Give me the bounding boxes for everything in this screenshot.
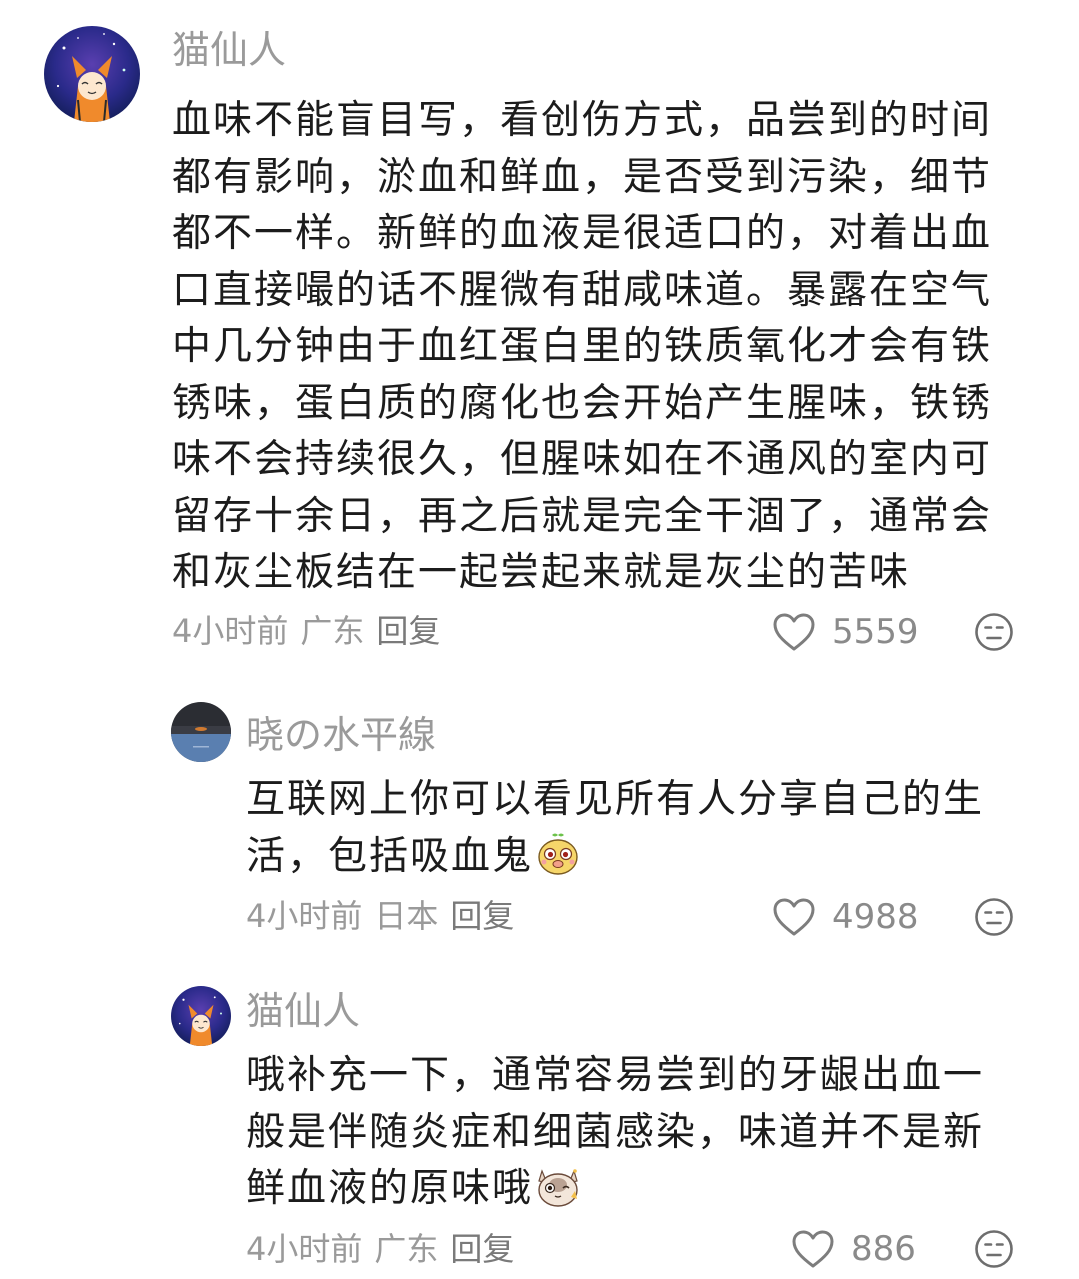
comment-3: 猫仙人 哦补充一下，通常容易尝到的牙龈出血一 般是伴随炎症和细菌感染，味道并不是… [0, 970, 1079, 1279]
comment-meta: 4小时前 日本 回复 [246, 895, 526, 937]
comment-text-line: 哦补充一下，通常容易尝到的牙龈出血一 [246, 1053, 985, 1098]
comment-text-line: 留存十余日，再之后就是完全干涸了，通常会 [172, 493, 993, 539]
comment-text-segment: 鲜血液的原味哦 [246, 1166, 534, 1211]
username[interactable]: 猫仙人 [246, 986, 360, 1036]
fox-girl-galaxy-avatar-icon [171, 986, 231, 1046]
like-button[interactable]: 4988 [772, 895, 919, 939]
comment-text-line: 互联网上你可以看见所有人分享自己的生 [246, 777, 985, 822]
heart-outline-icon [773, 613, 815, 651]
yellow-cartoon-face-emoji-icon [535, 831, 581, 877]
dark-landscape-avatar-icon [171, 702, 231, 762]
comment-text-line: 都有影响，淤血和鲜血，是否受到污染，细节 [172, 154, 993, 200]
comment-text-line: 口直接嘬的话不腥微有甜咸味道。暴露在空气 [172, 267, 993, 313]
username[interactable]: 晓の水平線 [246, 710, 436, 760]
reply-button[interactable]: 回复 [450, 897, 514, 935]
dislike-button[interactable] [974, 897, 1014, 937]
comment-meta: 4小时前 广东 回复 [172, 610, 452, 652]
comment-text-line: 般是伴随炎症和细菌感染，味道并不是新 [246, 1109, 985, 1155]
meh-face-icon [975, 1230, 1013, 1268]
user-avatar[interactable] [171, 702, 231, 762]
heart-outline-icon [773, 898, 815, 936]
comment-text-line: 血味不能盲目写，看创伤方式，品尝到的时间 [172, 98, 993, 143]
comment-text-line: 都不一样。新鲜的血液是很适口的，对着出血 [172, 211, 993, 256]
comment-text-line: 鲜血液的原味哦 [246, 1161, 984, 1218]
reply-button[interactable]: 回复 [376, 612, 440, 650]
user-avatar[interactable] [171, 986, 231, 1046]
like-button[interactable]: 886 [791, 1227, 916, 1271]
like-count: 4988 [832, 897, 919, 937]
comment-text-line: 和灰尘板结在一起尝起来就是灰尘的苦味 [172, 550, 911, 595]
dislike-button[interactable] [974, 612, 1014, 652]
heart-outline-icon [792, 1230, 834, 1268]
comment-time: 4小时前 [172, 612, 289, 650]
comment-text: 血味不能盲目写，看创伤方式，品尝到的时间 都有影响，淤血和鲜血，是否受到污染，细… [172, 93, 992, 602]
reply-button[interactable]: 回复 [450, 1230, 514, 1268]
comment-location: 广东 [374, 1230, 439, 1268]
cat-wink-emoji-icon [535, 1163, 581, 1209]
comment-text-line: 活，包括吸血鬼 [246, 829, 984, 886]
comment-text-line: 中几分钟由于血红蛋白里的铁质氧化才会有铁 [172, 324, 993, 369]
comment-time: 4小时前 [246, 1230, 363, 1268]
like-count: 5559 [832, 612, 919, 652]
meh-face-icon [975, 613, 1013, 651]
comment-1: 猫仙人 血味不能盲目写，看创伤方式，品尝到的时间 都有影响，淤血和鲜血，是否受到… [0, 0, 1079, 680]
dislike-button[interactable] [974, 1229, 1014, 1269]
comment-meta: 4小时前 广东 回复 [246, 1228, 526, 1270]
comment-text-line: 锈味，蛋白质的腐化也会开始产生腥味，铁锈 [172, 380, 993, 426]
like-count: 886 [851, 1229, 916, 1269]
comment-location: 日本 [374, 897, 439, 935]
comment-2: 晓の水平線 互联网上你可以看见所有人分享自己的生 活，包括吸血鬼 4小时前 日本回… [0, 680, 1079, 970]
comment-text-segment: 活，包括吸血鬼 [246, 833, 534, 879]
comment-time: 4小时前 [246, 897, 363, 935]
comment-text: 互联网上你可以看见所有人分享自己的生 活，包括吸血鬼 [246, 772, 984, 885]
username[interactable]: 猫仙人 [172, 24, 286, 76]
comment-text: 哦补充一下，通常容易尝到的牙龈出血一 般是伴随炎症和细菌感染，味道并不是新 鲜血… [246, 1048, 984, 1218]
meh-face-icon [975, 898, 1013, 936]
comment-location: 广东 [300, 612, 365, 650]
user-avatar[interactable] [44, 26, 140, 122]
fox-girl-galaxy-avatar-icon [44, 26, 140, 122]
comment-text-line: 味不会持续很久，但腥味如在不通风的室内可 [172, 437, 993, 482]
like-button[interactable]: 5559 [772, 610, 919, 654]
